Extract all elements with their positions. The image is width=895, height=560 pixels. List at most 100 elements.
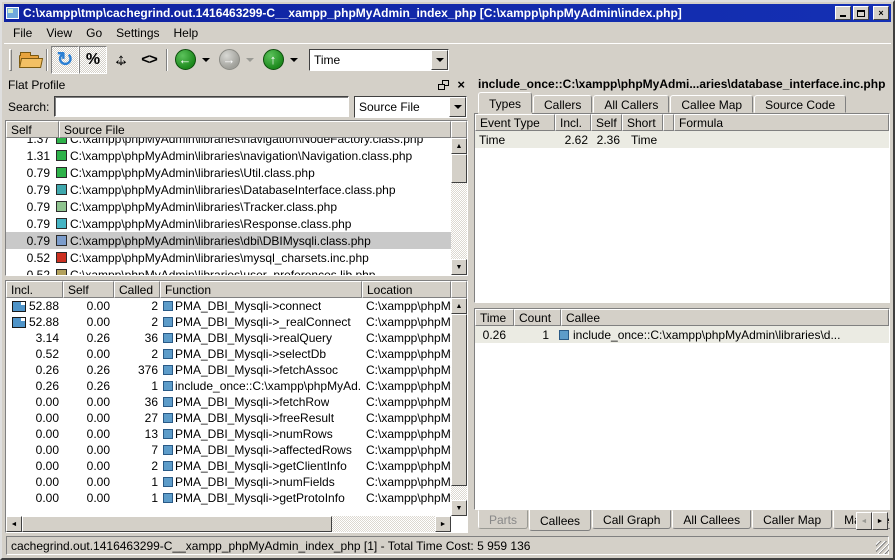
callee-row[interactable]: 0.26 1 include_once::C:\xampp\phpMyAdmin… (475, 326, 889, 343)
resize-grip[interactable] (876, 541, 889, 554)
tab[interactable]: Callee Map (670, 95, 753, 113)
column-header-time[interactable]: Time (475, 309, 514, 326)
back-button[interactable]: ← (171, 46, 199, 74)
function-row[interactable]: 0.00 0.00 1 PMA_DBI_Mysqli->numFields C:… (6, 474, 451, 490)
file-table-scrollbar[interactable]: ▲ ▼ (451, 138, 467, 275)
file-row[interactable]: 0.52 C:\xampp\phpMyAdmin\libraries\user_… (6, 266, 451, 275)
dock-close-button[interactable]: × (457, 80, 465, 90)
function-row[interactable]: 0.00 0.00 13 PMA_DBI_Mysqli->numRows C:\… (6, 426, 451, 442)
scrollbar-thumb[interactable] (22, 516, 332, 532)
function-row[interactable]: 0.26 0.26 1 include_once::C:\xampp\phpMy… (6, 378, 451, 394)
open-file-button[interactable] (15, 46, 43, 74)
column-header-self[interactable]: Self (63, 281, 114, 298)
up-button[interactable]: ↑ (259, 46, 287, 74)
file-row[interactable]: 1.37 C:\xampp\phpMyAdmin\libraries\navig… (6, 138, 451, 147)
tab[interactable]: All Callees (672, 510, 751, 529)
file-row[interactable]: 0.79 C:\xampp\phpMyAdmin\libraries\Util.… (6, 164, 451, 181)
tab[interactable]: Types (478, 92, 532, 113)
scroll-right-icon[interactable]: ► (435, 516, 451, 532)
function-row[interactable]: 0.00 0.00 7 PMA_DBI_Mysqli->affectedRows… (6, 442, 451, 458)
function-row[interactable]: 52.88 0.00 2 PMA_DBI_Mysqli->connect C:\… (6, 298, 451, 314)
menu-item[interactable]: Go (79, 24, 109, 42)
back-dropdown-icon[interactable] (202, 58, 210, 62)
chevron-down-icon[interactable] (449, 97, 466, 117)
function-row[interactable]: 0.00 0.00 27 PMA_DBI_Mysqli->freeResult … (6, 410, 451, 426)
function-row[interactable]: 0.52 0.00 2 PMA_DBI_Mysqli->selectDb C:\… (6, 346, 451, 362)
dock-header[interactable]: Flat Profile × (4, 76, 469, 93)
tab[interactable]: Source Code (754, 95, 846, 113)
file-row[interactable]: 0.79 C:\xampp\phpMyAdmin\libraries\Datab… (6, 181, 451, 198)
percent-toggle-button[interactable]: % (79, 46, 107, 74)
tab[interactable]: Caller Map (752, 510, 832, 529)
scroll-up-icon[interactable]: ▲ (451, 298, 467, 314)
event-type-row[interactable]: Time 2.62 2.36 Time (475, 131, 889, 148)
forward-button[interactable]: → (215, 46, 243, 74)
minimize-button[interactable] (835, 6, 851, 20)
scroll-up-icon[interactable]: ▲ (451, 138, 467, 154)
menu-item[interactable]: File (6, 24, 39, 42)
function-row[interactable]: 0.00 0.00 2 PMA_DBI_Mysqli->getClientInf… (6, 458, 451, 474)
column-header-location[interactable]: Location (362, 281, 451, 298)
expand-areas-button[interactable]: ↔↕ (107, 46, 135, 74)
scrollbar-thumb[interactable] (451, 314, 467, 486)
function-called-value: 1 (114, 379, 160, 393)
maximize-button[interactable] (853, 6, 869, 20)
tab[interactable]: All Callers (593, 95, 669, 113)
column-header-incl[interactable]: Incl. (555, 114, 591, 131)
column-header-self[interactable]: Self (6, 121, 59, 138)
close-button[interactable]: × (873, 6, 889, 20)
scroll-down-icon[interactable]: ▼ (451, 259, 467, 275)
group-by-combobox[interactable]: Source File (354, 96, 467, 118)
tab[interactable]: Parts (478, 510, 528, 529)
file-row[interactable]: 0.79 C:\xampp\phpMyAdmin\libraries\dbi\D… (6, 232, 451, 249)
up-dropdown-icon[interactable] (290, 58, 298, 62)
file-row[interactable]: 0.79 C:\xampp\phpMyAdmin\libraries\Track… (6, 198, 451, 215)
title-bar[interactable]: C:\xampp\tmp\cachegrind.out.1416463299-C… (4, 4, 891, 22)
column-header-incl[interactable]: Incl. (6, 281, 63, 298)
menu-item[interactable]: Settings (109, 24, 166, 42)
function-row[interactable]: 0.00 0.00 1 PMA_DBI_Mysqli->getProtoInfo… (6, 490, 451, 506)
function-table-vscrollbar[interactable]: ▲ ▼ (451, 298, 467, 516)
chevron-down-icon[interactable] (431, 50, 448, 70)
column-header-function[interactable]: Function (160, 281, 362, 298)
column-header-formula[interactable]: Formula (674, 114, 889, 131)
column-header-count[interactable]: Count (514, 309, 561, 326)
file-row[interactable]: 1.31 C:\xampp\phpMyAdmin\libraries\navig… (6, 147, 451, 164)
tab[interactable]: Call Graph (592, 510, 671, 529)
toolbar-handle[interactable] (9, 49, 12, 71)
function-row[interactable]: 52.88 0.00 2 PMA_DBI_Mysqli->_realConnec… (6, 314, 451, 330)
scrollbar-thumb[interactable] (451, 154, 467, 183)
tab[interactable]: Callers (533, 95, 592, 113)
forward-dropdown-icon[interactable] (246, 58, 254, 62)
column-header-event-type[interactable]: Event Type (475, 114, 555, 131)
status-text: cachegrind.out.1416463299-C__xampp_phpMy… (6, 536, 889, 555)
column-header-called[interactable]: Called (114, 281, 160, 298)
function-row[interactable]: 0.26 0.26 376 PMA_DBI_Mysqli->fetchAssoc… (6, 362, 451, 378)
event-type-combobox[interactable]: Time (309, 49, 449, 71)
menu-item[interactable]: View (39, 24, 79, 42)
scroll-down-icon[interactable]: ▼ (451, 500, 467, 516)
scroll-right-icon[interactable]: ► (872, 512, 888, 530)
file-path: C:\xampp\phpMyAdmin\libraries\dbi\DBIMys… (70, 234, 451, 248)
column-header-short[interactable]: Short (622, 114, 663, 131)
file-row[interactable]: 0.79 C:\xampp\phpMyAdmin\libraries\Respo… (6, 215, 451, 232)
column-header-self[interactable]: Self (591, 114, 622, 131)
function-name: PMA_DBI_Mysqli->_realConnect (160, 315, 362, 329)
function-row[interactable]: 0.00 0.00 36 PMA_DBI_Mysqli->fetchRow C:… (6, 394, 451, 410)
scroll-left-icon[interactable]: ◄ (856, 512, 872, 530)
search-input[interactable] (54, 96, 349, 117)
column-header-callee[interactable]: Callee (561, 309, 889, 326)
function-table-hscrollbar[interactable]: ◄ ► (6, 516, 451, 532)
dock-float-button[interactable] (438, 80, 449, 90)
function-row[interactable]: 3.14 0.26 36 PMA_DBI_Mysqli->realQuery C… (6, 330, 451, 346)
scroll-left-icon[interactable]: ◄ (6, 516, 22, 532)
tab[interactable]: Callees (529, 510, 591, 531)
file-row[interactable]: 0.52 C:\xampp\phpMyAdmin\libraries\mysql… (6, 249, 451, 266)
menu-item[interactable]: Help (167, 24, 206, 42)
relative-cost-button[interactable]: <> (135, 46, 163, 74)
close-icon: × (878, 9, 883, 18)
cost-bar-icon (12, 301, 26, 312)
function-incl-value: 0.00 (6, 491, 63, 505)
column-header-source-file[interactable]: Source File (59, 121, 451, 138)
reload-button[interactable]: ↻ (51, 46, 79, 74)
